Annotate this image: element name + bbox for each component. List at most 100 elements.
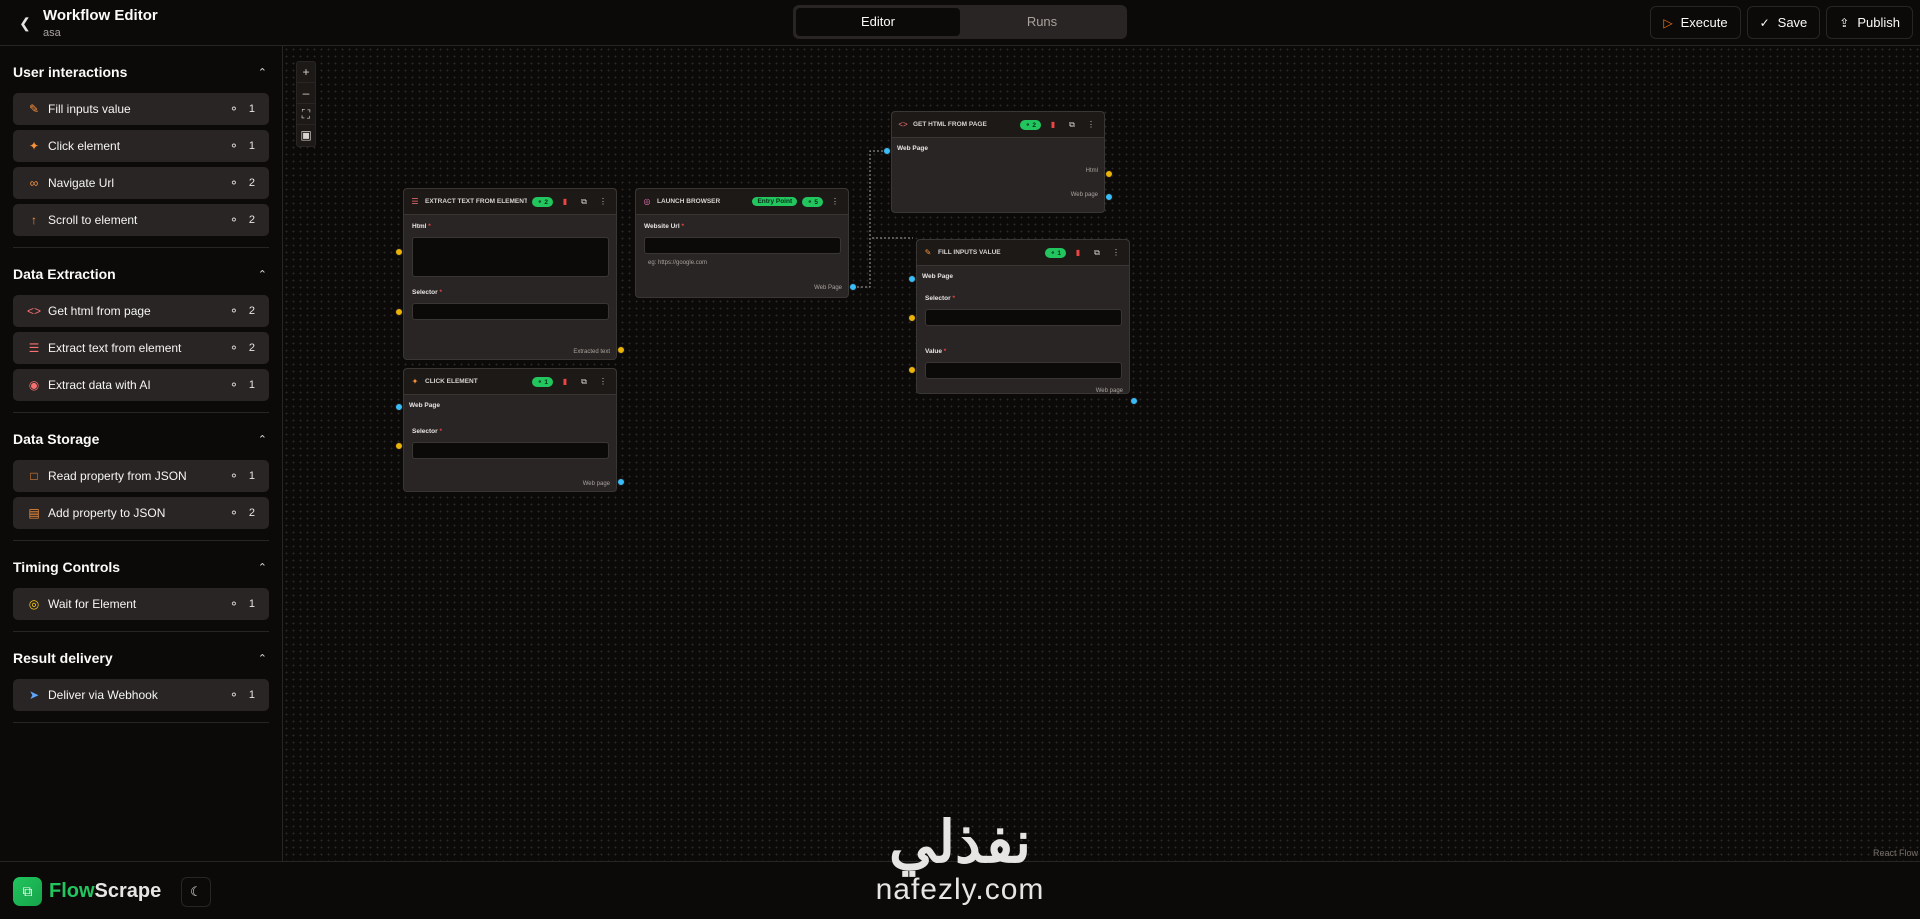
credit-count: 1 [248,598,255,610]
html-textarea[interactable] [412,237,609,277]
credit-count: 1 [248,140,255,152]
node-get-html[interactable]: <> GET HTML FROM PAGE ⚬ 2 ▮ ⧉ ⋮ Web Page… [891,111,1105,213]
node-click-element[interactable]: ✦ CLICK ELEMENT ⚬ 1 ▮ ⧉ ⋮ Web Page Selec… [403,368,617,492]
section-header[interactable]: Timing Controls ⌃ [13,541,269,581]
value-input[interactable] [925,362,1122,379]
task-get-html[interactable]: <> Get html from page ⚬ 2 [13,295,269,327]
trash-icon[interactable]: ▮ [1046,120,1060,129]
copy-icon[interactable]: ⧉ [1090,248,1104,258]
section-header[interactable]: Data Extraction ⌃ [13,248,269,288]
grip-icon[interactable]: ⋮ [828,197,842,206]
task-click-element[interactable]: ✦ Click element ⚬ 1 [13,130,269,162]
output-label: Extracted text [573,349,610,355]
output-label: Web page [582,481,610,487]
input-handle[interactable] [908,366,916,374]
trash-icon[interactable]: ▮ [558,197,572,206]
credit-badge: ⚬ 2 [229,341,255,355]
task-deliver-webhook[interactable]: ➤ Deliver via Webhook ⚬ 1 [13,679,269,711]
coins-icon: ⚬ [228,506,239,520]
section-header[interactable]: Result delivery ⌃ [13,632,269,672]
grip-icon[interactable]: ⋮ [1084,120,1098,129]
copy-icon[interactable]: ⧉ [1065,120,1079,130]
entry-point-badge: Entry Point [752,197,798,206]
task-label: Wait for Element [48,597,137,611]
section-items: ✎ Fill inputs value ⚬ 1 ✦ Click element ⚬ 1 ∞ N… [13,86,269,248]
input-handle[interactable] [908,314,916,322]
input-handle[interactable] [395,308,403,316]
coins-icon: ⚬ [228,213,239,227]
play-icon: ▷ [1663,15,1673,30]
execute-button[interactable]: ▷ Execute [1650,6,1741,39]
task-wait-for-element[interactable]: ◎ Wait for Element ⚬ 1 [13,588,269,620]
node-fill-inputs[interactable]: ✎ FILL INPUTS VALUE ⚬ 1 ▮ ⧉ ⋮ Web Page S… [916,239,1130,394]
node-header: ☰ EXTRACT TEXT FROM ELEMENT ⚬ 2 ▮ ⧉ ⋮ [404,189,616,215]
input-handle[interactable] [395,442,403,450]
credit-badge: ⚬ 5 [802,196,823,207]
grip-icon[interactable]: ⋮ [596,377,610,386]
output-handle[interactable] [617,346,625,354]
task-scroll-to-element[interactable]: ↑ Scroll to element ⚬ 2 [13,204,269,236]
react-flow-attribution[interactable]: React Flow [1873,848,1918,858]
output-handle[interactable] [1105,193,1113,201]
credit-badge: ⚬ 1 [532,376,553,387]
credit-badge: ⚬ 2 [229,213,255,227]
page-title: Workflow Editor [43,7,158,24]
credit-count: 2 [1032,121,1036,129]
publish-button[interactable]: ⇪ Publish [1826,6,1913,39]
code-icon: <> [27,304,42,318]
moon-icon[interactable]: ☾ [181,877,211,907]
output-handle[interactable] [1105,170,1113,178]
node-extract-text[interactable]: ☰ EXTRACT TEXT FROM ELEMENT ⚬ 2 ▮ ⧉ ⋮ Ht… [403,188,617,360]
mouse-pointer-click-icon: ✦ [28,139,40,153]
node-title: GET HTML FROM PAGE [913,121,987,128]
tab-editor[interactable]: Editor [796,8,960,36]
grip-icon[interactable]: ⋮ [596,197,610,206]
selector-input[interactable] [412,442,609,459]
output-label-html: Html [1085,168,1098,174]
task-read-json[interactable]: □ Read property from JSON ⚬ 1 [13,460,269,492]
eye-icon: ◎ [28,597,40,611]
input-handle[interactable] [395,248,403,256]
input-handle[interactable] [883,147,891,155]
save-button[interactable]: ✓ Save [1746,6,1821,39]
chevron-up-icon: ⌃ [257,433,267,446]
task-navigate-url[interactable]: ∞ Navigate Url ⚬ 2 [13,167,269,199]
node-launch-browser[interactable]: ◎ LAUNCH BROWSER Entry Point ⚬ 5 ⋮ Websi… [635,188,849,298]
logo[interactable]: ⧉ FlowScrape [13,877,161,906]
chevron-up-icon: ⌃ [257,268,267,281]
task-extract-ai[interactable]: ◉ Extract data with AI ⚬ 1 [13,369,269,401]
copy-icon[interactable]: ⧉ [577,197,591,207]
tab-runs[interactable]: Runs [960,8,1124,36]
credit-badge: ⚬ 1 [229,139,255,153]
output-label: Web page [1095,388,1123,394]
globe-icon: ◎ [643,197,651,206]
task-add-json[interactable]: ▤ Add property to JSON ⚬ 2 [13,497,269,529]
section-items: ◎ Wait for Element ⚬ 1 [13,581,269,632]
selector-input[interactable] [412,303,609,320]
back-arrow-icon[interactable]: ❮ [16,14,34,32]
section-items: □ Read property from JSON ⚬ 1 ▤ Add property… [13,453,269,541]
grip-icon[interactable]: ⋮ [1109,248,1123,257]
flow-canvas[interactable]: + – ⛶ ▣ ☰ EXTRACT TEXT FROM ELEMENT ⚬ 2 … [283,46,1920,861]
output-handle[interactable] [617,478,625,486]
section-header[interactable]: Data Storage ⌃ [13,413,269,453]
input-handle[interactable] [908,275,916,283]
trash-icon[interactable]: ▮ [558,377,572,386]
credit-badge: ⚬ 2 [1020,119,1041,130]
mouse-pointer-click-icon: ✦ [411,377,419,386]
section-title: User interactions [13,64,128,80]
output-handle[interactable] [1130,397,1138,405]
send-icon: ➤ [28,688,40,702]
trash-icon[interactable]: ▮ [1071,248,1085,257]
section-title: Data Extraction [13,266,116,282]
input-handle[interactable] [395,403,403,411]
task-extract-text[interactable]: ☰ Extract text from element ⚬ 2 [13,332,269,364]
output-handle[interactable] [849,283,857,291]
node-header: ◎ LAUNCH BROWSER Entry Point ⚬ 5 ⋮ [636,189,848,215]
selector-input[interactable] [925,309,1122,326]
copy-icon[interactable]: ⧉ [577,377,591,387]
task-fill-inputs[interactable]: ✎ Fill inputs value ⚬ 1 [13,93,269,125]
section-header[interactable]: User interactions ⌃ [13,46,269,86]
field-label-selector: Selector * [925,295,955,302]
website-url-input[interactable] [644,237,841,254]
